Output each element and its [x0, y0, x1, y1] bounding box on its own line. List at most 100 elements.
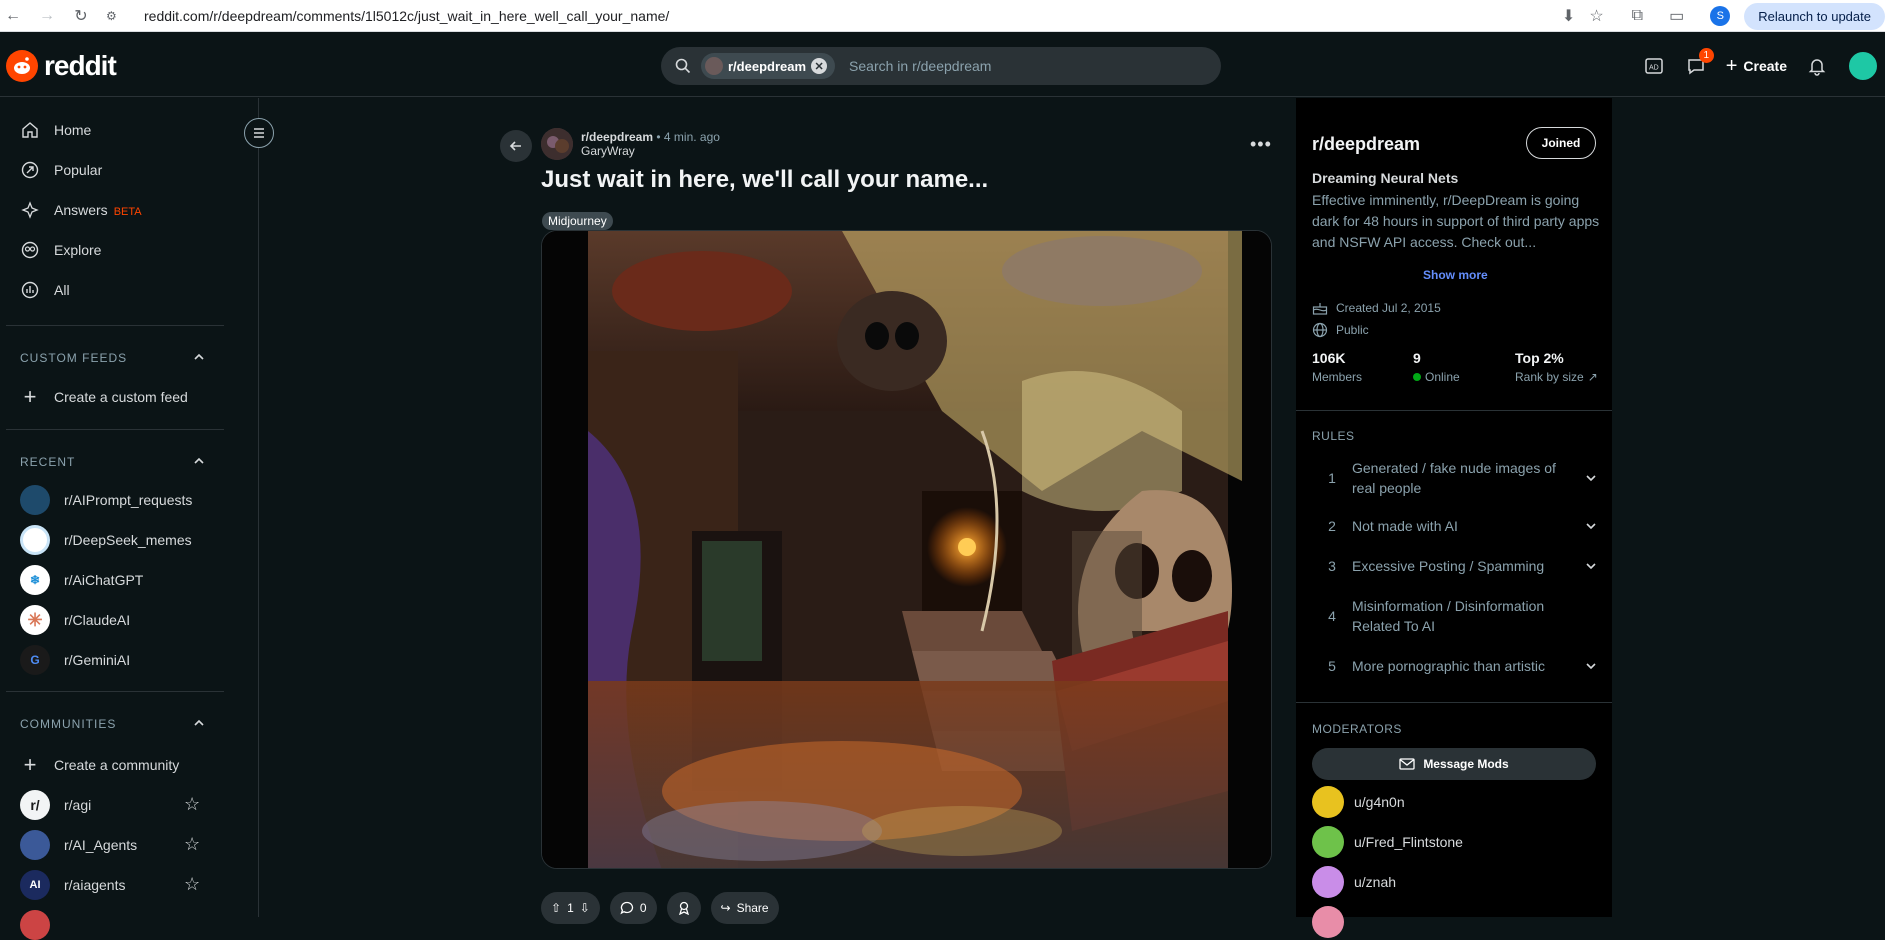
joined-button[interactable]: Joined	[1526, 127, 1596, 159]
message-mods-button[interactable]: Message Mods	[1312, 748, 1596, 780]
back-arrow-icon	[509, 141, 521, 151]
moderator-avatar	[1312, 906, 1344, 938]
favorite-star-icon[interactable]: ☆	[184, 874, 200, 895]
user-avatar[interactable]	[1847, 50, 1879, 82]
downvote-icon[interactable]: ⇩	[580, 901, 590, 915]
visibility: Public	[1312, 322, 1369, 338]
rule-item[interactable]: 3 Excessive Posting / Spamming	[1312, 556, 1598, 576]
community-item[interactable]: AI r/aiagents	[20, 870, 125, 900]
share-button[interactable]: ↪ Share	[710, 892, 779, 924]
custom-feeds-heading[interactable]: CUSTOM FEEDS	[20, 351, 127, 365]
award-button[interactable]	[666, 892, 701, 924]
moderator-item[interactable]: u/Fred_Flintstone	[1312, 826, 1463, 858]
chevron-down-icon	[1586, 563, 1596, 570]
subreddit-avatar[interactable]	[541, 128, 573, 160]
recent-heading[interactable]: RECENT	[20, 455, 75, 469]
search-scope-chip[interactable]: r/deepdream ✕	[701, 53, 836, 79]
community-avatar-icon: G	[20, 645, 50, 675]
post-time: 4 min. ago	[663, 130, 720, 144]
remove-scope-icon[interactable]: ✕	[811, 58, 828, 74]
bookmark-star-icon[interactable]: ☆	[1589, 6, 1603, 26]
community-name[interactable]: r/deepdream	[1312, 134, 1420, 155]
profile-avatar[interactable]: S	[1710, 6, 1731, 26]
notifications-bell-icon[interactable]	[1805, 54, 1829, 78]
browser-toolbar: ← → ↻ ⚙ reddit.com/r/deepdream/comments/…	[0, 0, 1885, 32]
globe-icon	[1312, 322, 1328, 338]
chat-badge: 1	[1698, 48, 1714, 63]
recent-item[interactable]: ✳ r/ClaudeAI	[20, 605, 130, 635]
advertise-icon[interactable]: AD	[1642, 54, 1666, 78]
divider	[6, 325, 224, 326]
rule-item[interactable]: 1 Generated / fake nude images of real p…	[1312, 458, 1598, 498]
favorite-star-icon[interactable]: ☆	[184, 794, 200, 815]
community-item[interactable]: r/ r/agi	[20, 790, 91, 820]
create-custom-feed[interactable]: + Create a custom feed	[20, 384, 188, 409]
community-avatar-icon	[20, 910, 50, 940]
answers-icon	[20, 200, 40, 220]
address-bar[interactable]: ⚙ reddit.com/r/deepdream/comments/1l5012…	[106, 3, 1611, 29]
vote-pill: ⇧ 1 ⇩	[541, 892, 600, 924]
post-author[interactable]: GaryWray	[581, 144, 720, 158]
post-flair[interactable]: Midjourney	[542, 212, 613, 230]
show-more-link[interactable]: Show more	[1423, 268, 1488, 282]
moderator-avatar	[1312, 826, 1344, 858]
install-app-icon[interactable]: ⬇	[1562, 6, 1575, 26]
site-info-icon[interactable]: ⚙	[106, 9, 126, 23]
recent-item[interactable]: G r/GeminiAI	[20, 645, 130, 675]
moderator-item[interactable]: u/znah	[1312, 866, 1396, 898]
stat-members: 106K Members	[1312, 350, 1363, 384]
reddit-logo[interactable]: reddit	[6, 50, 117, 82]
moderator-item[interactable]: u/g4n0n	[1312, 786, 1405, 818]
post-actions: ⇧ 1 ⇩ 0 ↪ Share	[541, 892, 779, 924]
relaunch-button[interactable]: Relaunch to update	[1744, 2, 1885, 30]
divider	[6, 429, 224, 430]
post-image[interactable]	[541, 230, 1272, 869]
nav-popular[interactable]: Popular	[20, 160, 102, 180]
collapse-sidebar-button[interactable]	[244, 118, 274, 148]
community-item[interactable]: r/AI_Agents	[20, 830, 137, 860]
back-arrow-icon[interactable]: ←	[0, 3, 26, 29]
reload-icon[interactable]: ↻	[68, 3, 94, 29]
forward-arrow-icon[interactable]: →	[34, 3, 60, 29]
more-options-icon[interactable]: •••	[1250, 134, 1272, 155]
nav-label: Explore	[54, 242, 102, 258]
share-label: Share	[736, 901, 769, 915]
url-text[interactable]: reddit.com/r/deepdream/comments/1l5012c/…	[144, 8, 669, 24]
nav-answers[interactable]: Answers BETA	[20, 200, 142, 220]
community-tagline: Dreaming Neural Nets	[1312, 170, 1459, 186]
tab-search-icon[interactable]: ▭	[1669, 6, 1684, 26]
recent-item[interactable]: r/DeepSeek_memes	[20, 525, 192, 555]
rule-item[interactable]: 5 More pornographic than artistic	[1312, 656, 1598, 676]
nav-all[interactable]: All	[20, 280, 70, 300]
mail-icon	[1399, 758, 1415, 770]
post-subreddit-link[interactable]: r/deepdream	[581, 130, 653, 144]
communities-heading[interactable]: COMMUNITIES	[20, 717, 116, 731]
favorite-star-icon[interactable]: ☆	[184, 834, 200, 855]
rule-item[interactable]: 2 Not made with AI	[1312, 516, 1598, 536]
post-title: Just wait in here, we'll call your name.…	[541, 166, 989, 193]
plus-icon: +	[23, 752, 37, 777]
nav-explore[interactable]: Explore	[20, 240, 101, 260]
recent-item[interactable]: r/AIPrompt_requests	[20, 485, 192, 515]
extensions-icon[interactable]: ⧉	[1632, 7, 1643, 25]
chevron-up-icon[interactable]	[193, 717, 205, 729]
chevron-up-icon[interactable]	[193, 455, 205, 467]
search-placeholder[interactable]: Search in r/deepdream	[849, 58, 991, 74]
award-icon	[678, 901, 689, 915]
back-button[interactable]	[500, 130, 532, 162]
create-community[interactable]: + Create a community	[20, 752, 180, 777]
stat-online: 9 Online	[1413, 350, 1460, 384]
external-link-icon: ↗	[1587, 370, 1598, 384]
stat-rank[interactable]: Top 2% Rank by size ↗	[1515, 350, 1598, 384]
search-bar[interactable]: r/deepdream ✕ Search in r/deepdream	[661, 47, 1221, 85]
nav-label: All	[54, 282, 70, 298]
nav-home[interactable]: Home	[20, 120, 91, 140]
comments-button[interactable]: 0	[609, 892, 657, 924]
chat-icon[interactable]: 1	[1684, 48, 1714, 78]
recent-item[interactable]: ❄ r/AiChatGPT	[20, 565, 143, 595]
rule-item[interactable]: 4 Misinformation / Disinformation Relate…	[1312, 596, 1598, 636]
upvote-icon[interactable]: ⇧	[551, 901, 561, 915]
community-avatar-icon	[20, 525, 50, 555]
chevron-up-icon[interactable]	[193, 351, 205, 363]
create-button[interactable]: + Create	[1726, 55, 1787, 78]
